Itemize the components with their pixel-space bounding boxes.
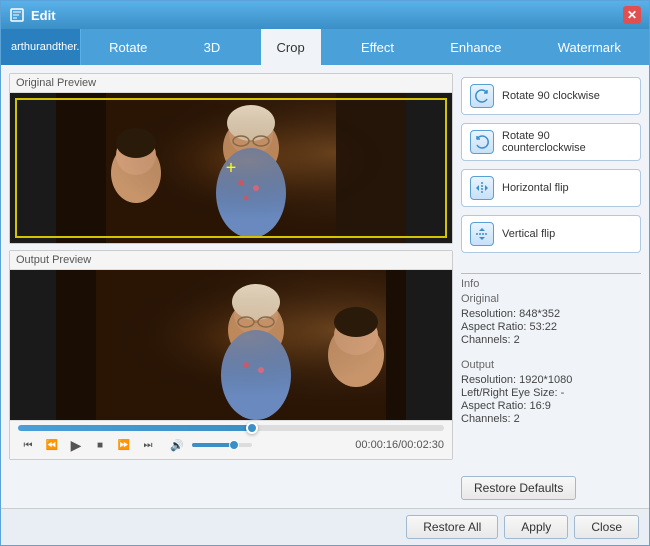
- tab-watermark[interactable]: Watermark: [542, 29, 637, 65]
- close-button[interactable]: Close: [574, 515, 639, 539]
- info-section-label: Info: [461, 278, 641, 290]
- rotate-cw-button[interactable]: Rotate 90 clockwise: [461, 77, 641, 115]
- output-label: Output: [461, 359, 641, 371]
- tab-bar: arthurandther... Rotate 3D Crop Effect E…: [1, 29, 649, 65]
- h-flip-button[interactable]: Horizontal flip: [461, 169, 641, 207]
- close-window-button[interactable]: ✕: [623, 6, 641, 24]
- info-divider-top: [461, 273, 641, 274]
- progress-fill: [18, 425, 252, 431]
- playback-bar: ⏮ ⏪ ▶ ■ ⏩ ⏭ 🔊 00:00:16/00:02:30: [10, 420, 452, 459]
- volume-thumb: [229, 440, 239, 450]
- skip-back-button[interactable]: ⏮: [18, 435, 38, 455]
- v-flip-button[interactable]: Vertical flip: [461, 215, 641, 253]
- bottom-bar: Restore All Apply Close: [1, 508, 649, 545]
- original-preview-label: Original Preview: [10, 74, 452, 93]
- title-bar: Edit ✕: [1, 1, 649, 29]
- tab-effect[interactable]: Effect: [345, 29, 410, 65]
- h-flip-label: Horizontal flip: [502, 182, 569, 194]
- info-section: Info Original Resolution: 848*352 Aspect…: [461, 269, 641, 426]
- output-channels: Channels: 2: [461, 413, 641, 425]
- play-button[interactable]: ▶: [66, 435, 86, 455]
- file-tab[interactable]: arthurandther...: [1, 29, 81, 65]
- volume-fill: [192, 443, 234, 447]
- tab-rotate[interactable]: Rotate: [93, 29, 163, 65]
- original-aspect: Aspect Ratio: 53:22: [461, 321, 641, 333]
- left-panel: Original Preview: [9, 73, 453, 500]
- controls-row: ⏮ ⏪ ▶ ■ ⏩ ⏭ 🔊 00:00:16/00:02:30: [18, 435, 444, 455]
- rotate-ccw-button[interactable]: Rotate 90 counterclockwise: [461, 123, 641, 161]
- title-bar-left: Edit: [9, 7, 56, 23]
- rotate-ccw-label: Rotate 90 counterclockwise: [502, 130, 632, 154]
- window-title: Edit: [31, 8, 56, 23]
- progress-thumb: [246, 422, 258, 434]
- edit-icon: [9, 7, 25, 23]
- tab-3d[interactable]: 3D: [188, 29, 237, 65]
- output-preview-video: [10, 270, 452, 420]
- stop-button[interactable]: ■: [90, 435, 110, 455]
- original-label: Original: [461, 293, 641, 305]
- skip-forward-button[interactable]: ⏭: [138, 435, 158, 455]
- right-panel: Rotate 90 clockwise Rotate 90 counterclo…: [461, 73, 641, 500]
- time-display: 00:00:16/00:02:30: [355, 439, 444, 451]
- output-video-canvas: [10, 270, 452, 420]
- tabs-container: Rotate 3D Crop Effect Enhance Watermark: [81, 29, 649, 65]
- restore-all-button[interactable]: Restore All: [406, 515, 498, 539]
- rotate-cw-label: Rotate 90 clockwise: [502, 90, 600, 102]
- restore-defaults-button[interactable]: Restore Defaults: [461, 476, 576, 500]
- v-flip-label: Vertical flip: [502, 228, 555, 240]
- v-flip-icon: [470, 222, 494, 246]
- step-forward-button[interactable]: ⏩: [114, 435, 134, 455]
- original-channels: Channels: 2: [461, 334, 641, 346]
- tab-crop[interactable]: Crop: [261, 29, 321, 65]
- step-back-button[interactable]: ⏪: [42, 435, 62, 455]
- volume-slider[interactable]: [192, 443, 252, 447]
- original-video-canvas: [10, 93, 452, 243]
- output-aspect: Aspect Ratio: 16:9: [461, 400, 641, 412]
- original-preview-video: +: [10, 93, 452, 243]
- original-resolution: Resolution: 848*352: [461, 308, 641, 320]
- output-preview-section: Output Preview: [9, 250, 453, 460]
- tab-enhance[interactable]: Enhance: [434, 29, 517, 65]
- output-preview-label: Output Preview: [10, 251, 452, 270]
- output-lr-size: Left/Right Eye Size: -: [461, 387, 641, 399]
- main-window: Edit ✕ arthurandther... Rotate 3D Crop E…: [0, 0, 650, 546]
- original-preview-section: Original Preview: [9, 73, 453, 244]
- rotate-ccw-icon: [470, 130, 494, 154]
- progress-bar[interactable]: [18, 425, 444, 431]
- main-content: Original Preview: [1, 65, 649, 508]
- volume-icon: 🔊: [170, 439, 184, 452]
- rotate-cw-icon: [470, 84, 494, 108]
- apply-button[interactable]: Apply: [504, 515, 568, 539]
- h-flip-icon: [470, 176, 494, 200]
- output-resolution: Resolution: 1920*1080: [461, 374, 641, 386]
